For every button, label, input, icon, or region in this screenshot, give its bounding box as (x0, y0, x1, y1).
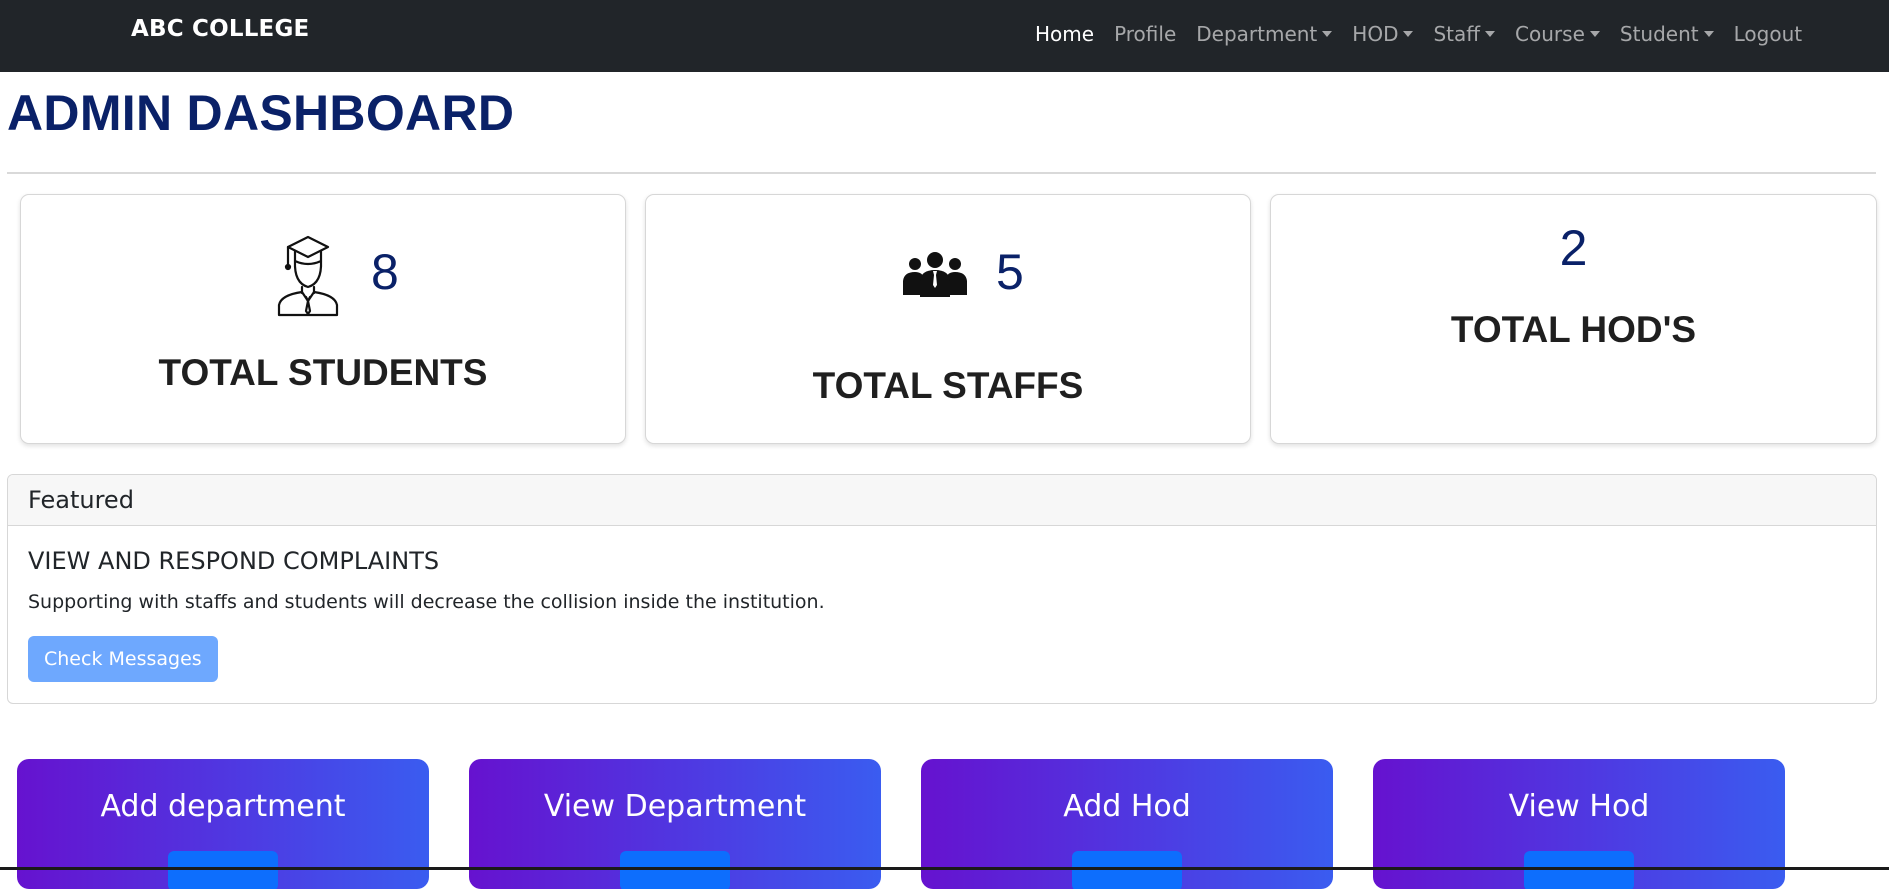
featured-header: Featured (8, 475, 1876, 526)
action-card-title: Add department (100, 789, 346, 824)
total-staffs-count: 5 (996, 244, 1024, 300)
nav-logout-label: Logout (1733, 22, 1803, 46)
add-department-button[interactable] (168, 851, 278, 889)
check-messages-button[interactable]: Check Messages (28, 636, 218, 682)
nav-logout[interactable]: Logout (1724, 22, 1812, 46)
nav-home-label: Home (1035, 22, 1095, 46)
nav-course-dropdown[interactable]: Course (1505, 22, 1610, 46)
nav-staff-dropdown[interactable]: Staff (1423, 22, 1505, 46)
graduate-icon (277, 235, 339, 317)
nav-department-dropdown[interactable]: Department (1186, 22, 1342, 46)
view-department-button[interactable] (620, 851, 730, 889)
nav-course-label: Course (1515, 22, 1585, 46)
featured-card: Featured VIEW AND RESPOND COMPLAINTS Sup… (7, 474, 1877, 704)
stat-card-hods: 2 TOTAL HOD'S (1270, 194, 1877, 444)
divider (7, 172, 1876, 174)
group-icon (903, 252, 967, 297)
nav-home[interactable]: Home (1025, 22, 1104, 46)
action-card-title: Add Hod (1063, 789, 1191, 824)
nav-hod-dropdown[interactable]: HOD (1342, 22, 1423, 46)
nav-student-dropdown[interactable]: Student (1610, 22, 1724, 46)
chevron-down-icon (1703, 31, 1714, 37)
nav-profile[interactable]: Profile (1104, 22, 1186, 46)
navbar: ABC COLLEGE Home Profile Department HOD … (0, 0, 1889, 72)
page-title: ADMIN DASHBOARD (7, 85, 515, 141)
total-students-count: 8 (371, 244, 399, 300)
chevron-down-icon (1589, 31, 1600, 37)
action-card-title: View Hod (1508, 789, 1650, 824)
total-students-label: TOTAL STUDENTS (158, 352, 488, 393)
add-hod-button[interactable] (1072, 851, 1182, 889)
nav-staff-label: Staff (1433, 22, 1481, 46)
featured-title: VIEW AND RESPOND COMPLAINTS (28, 547, 440, 575)
nav-menu: Home Profile Department HOD Staff Course… (1025, 22, 1812, 46)
total-staffs-label: TOTAL STAFFS (812, 365, 1084, 406)
nav-department-label: Department (1196, 22, 1318, 46)
nav-hod-label: HOD (1352, 22, 1399, 46)
chevron-down-icon (1485, 31, 1496, 37)
nav-profile-label: Profile (1114, 22, 1177, 46)
stat-card-students: 8 TOTAL STUDENTS (20, 194, 626, 444)
chevron-down-icon (1322, 31, 1333, 37)
nav-student-label: Student (1619, 22, 1699, 46)
stat-card-staffs: 5 TOTAL STAFFS (645, 194, 1251, 444)
view-hod-button[interactable] (1524, 851, 1634, 889)
action-card-title: View Department (543, 789, 807, 824)
total-hods-count: 2 (1559, 220, 1588, 276)
total-hods-label: TOTAL HOD'S (1450, 309, 1697, 350)
brand-logo[interactable]: ABC COLLEGE (131, 16, 309, 42)
chevron-down-icon (1403, 31, 1414, 37)
featured-text: Supporting with staffs and students will… (28, 591, 825, 613)
